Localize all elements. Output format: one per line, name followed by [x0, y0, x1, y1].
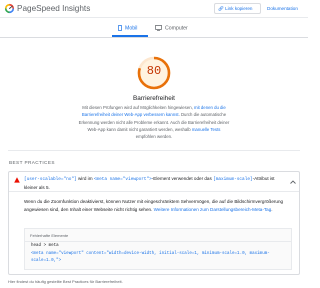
- copy-link-button[interactable]: 🔗︎ Link kopieren: [214, 3, 261, 14]
- score-description: Mit diesen Prüfungen wird auf Möglichkei…: [78, 104, 230, 140]
- fail-triangle-icon: [14, 177, 20, 183]
- score-category-label: Barrierefreiheit: [133, 95, 175, 102]
- table-divider: [25, 241, 291, 242]
- viewport-meta-info-link[interactable]: Weitere Informationen zum Darstellungsbe…: [154, 207, 272, 212]
- footer-note: Hier findest du häufig gestellte Best Pr…: [8, 279, 123, 284]
- smartphone-icon: [118, 25, 122, 31]
- audit-code-meta-viewport: <meta name="viewport">: [93, 177, 152, 182]
- element-snippet-code: <meta name="viewport" content="width=dev…: [31, 252, 270, 263]
- active-tab-indicator: [112, 35, 148, 37]
- audit-title-text-2: -Element verwendet oder das: [151, 176, 214, 181]
- tab-mobile-label: Mobil: [125, 25, 138, 32]
- section-divider: [8, 150, 300, 151]
- audit-title: [user-scalable="no"] wird im <meta name=…: [24, 175, 286, 191]
- device-tabs: Mobil Computer: [0, 18, 308, 38]
- failing-elements-table: Fehlerhafte Elemente head > meta <meta n…: [24, 228, 292, 270]
- desc-text-1: Mit diesen Prüfungen wird auf Möglichkei…: [82, 105, 194, 110]
- top-bar: PageSpeed Insights 🔗︎ Link kopieren Doku…: [0, 0, 308, 18]
- tab-mobile[interactable]: Mobil: [118, 25, 137, 31]
- audit-header[interactable]: [user-scalable="no"] wird im <meta name=…: [9, 172, 299, 192]
- audit-item: [user-scalable="no"] wird im <meta name=…: [8, 171, 300, 275]
- manual-tests-link[interactable]: manuelle Tests: [192, 127, 221, 132]
- app-title: PageSpeed Insights: [17, 4, 91, 13]
- tab-desktop[interactable]: Computer: [155, 25, 188, 31]
- audit-code-maximum-scale: [maximum-scale]: [213, 177, 253, 182]
- audit-description: Wenn du die Zoomfunktion deaktivierst, k…: [24, 198, 292, 213]
- audit-body-end: .: [271, 206, 273, 212]
- desc-text-3: empfohlen werden.: [135, 134, 173, 140]
- audit-code-user-scalable: [user-scalable="no"]: [24, 177, 77, 182]
- documentation-link[interactable]: Dokumentation: [267, 6, 298, 11]
- audit-title-text-1: wird im: [76, 176, 94, 181]
- chevron-up-icon[interactable]: [290, 180, 296, 184]
- best-practices-heading: BEST PRACTICES: [9, 160, 55, 165]
- copy-link-label: Link kopieren: [225, 6, 253, 11]
- monitor-icon: [155, 25, 162, 31]
- tab-desktop-label: Computer: [165, 25, 188, 32]
- element-selector-path: head > meta: [31, 244, 59, 248]
- score-value: 80: [146, 64, 162, 78]
- failing-elements-header: Fehlerhafte Elemente: [30, 233, 69, 238]
- pagespeed-logo-icon: [4, 3, 15, 14]
